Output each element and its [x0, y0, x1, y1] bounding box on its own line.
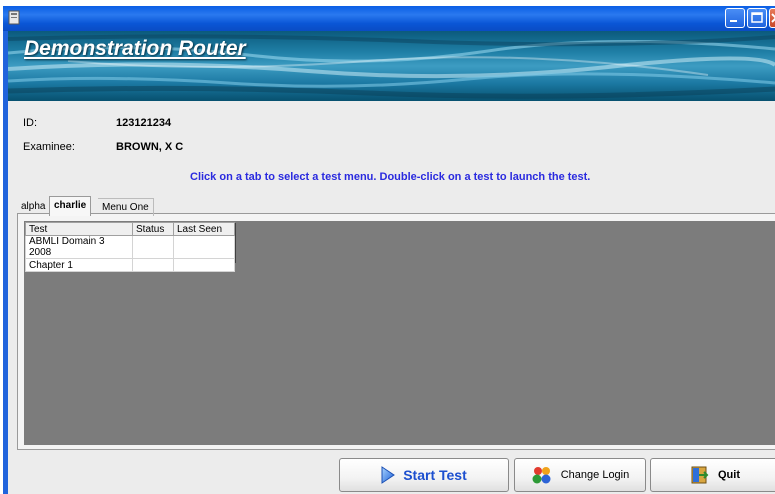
id-label: ID:: [23, 117, 38, 129]
quit-label: Quit: [718, 469, 740, 481]
table-cell-last-seen: [173, 258, 235, 272]
app-icon: [8, 10, 20, 25]
tab-charlie[interactable]: charlie: [49, 196, 92, 216]
close-icon: [771, 13, 775, 23]
table-cell-status: [132, 258, 174, 272]
table-cell-last-seen: [173, 235, 235, 259]
start-test-label: Start Test: [403, 467, 467, 483]
exit-door-icon: [691, 466, 709, 484]
table-cell-test: ABMLI Domain 3 2008: [25, 235, 133, 259]
maximize-icon: [751, 12, 763, 23]
tab-menu-one[interactable]: Menu One: [98, 198, 154, 216]
banner: Demonstration Router: [8, 31, 775, 101]
column-header-test[interactable]: Test: [25, 222, 133, 236]
close-button[interactable]: [769, 8, 775, 28]
change-login-label: Change Login: [560, 469, 630, 481]
table-cell-status: [132, 235, 174, 259]
instructions-text: Click on a tab to select a test menu. Do…: [190, 171, 591, 183]
app-window: Demonstration Router ID: 123121234 Exami…: [0, 0, 775, 494]
banner-title: Demonstration Router: [24, 37, 246, 60]
examinee-value: BROWN, X C: [116, 141, 184, 153]
table-row[interactable]: Chapter 1: [25, 258, 235, 272]
minimize-button[interactable]: [725, 8, 745, 28]
play-arrow-icon: [381, 466, 396, 484]
tab-alpha[interactable]: alpha: [17, 198, 49, 215]
id-value: 123121234: [116, 117, 172, 129]
column-header-last-seen[interactable]: Last Seen: [173, 222, 235, 236]
table-row[interactable]: ABMLI Domain 3 2008: [25, 235, 235, 259]
quit-button[interactable]: Quit: [650, 458, 775, 492]
change-login-button[interactable]: Change Login: [514, 458, 646, 492]
examinee-label: Examinee:: [23, 141, 75, 153]
people-icon: [532, 467, 551, 484]
minimize-icon: [730, 20, 737, 22]
column-header-status[interactable]: Status: [132, 222, 174, 236]
table-header-row: Test Status Last Seen: [25, 222, 235, 236]
client-area: Demonstration Router ID: 123121234 Exami…: [8, 31, 775, 494]
table-cell-test: Chapter 1: [25, 258, 133, 272]
title-bar[interactable]: [3, 6, 775, 31]
test-table: Test Status Last Seen ABMLI Domain 3 200…: [25, 222, 235, 272]
start-test-button[interactable]: Start Test: [339, 458, 509, 492]
maximize-button[interactable]: [747, 8, 767, 28]
